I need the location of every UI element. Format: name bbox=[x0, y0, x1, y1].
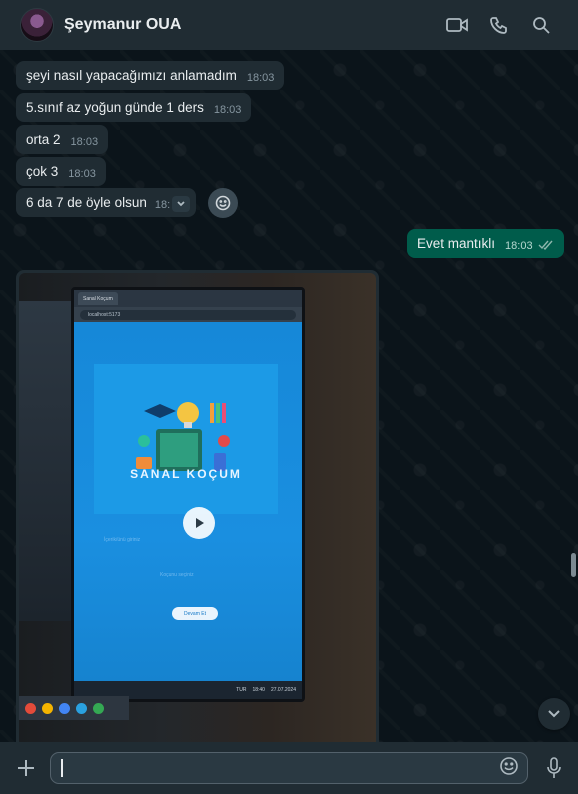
search-icon[interactable] bbox=[520, 5, 562, 45]
hero-title: SANAL KOÇUM bbox=[130, 467, 242, 481]
laptop-screen: Sanal Koçum localhost:5173 SANAL KOÇUM İ… bbox=[71, 287, 305, 702]
video-thumbnail[interactable]: Sanal Koçum localhost:5173 SANAL KOÇUM İ… bbox=[19, 273, 376, 742]
app-icon bbox=[93, 702, 104, 714]
background-monitor bbox=[19, 301, 71, 621]
read-receipt-icon bbox=[538, 238, 554, 253]
message-bubble[interactable]: 5.sınıf az yoğun günde 1 ders 18:03 bbox=[16, 93, 252, 122]
microphone-icon bbox=[547, 757, 561, 778]
emoji-button[interactable] bbox=[499, 756, 519, 781]
faint-field-label: İçerik/ünü giriniz bbox=[104, 537, 141, 543]
web-page: SANAL KOÇUM İçerik/ünü giriniz Koçunu se… bbox=[74, 322, 302, 681]
microphone-button[interactable] bbox=[540, 752, 568, 784]
video-call-icon[interactable] bbox=[436, 5, 478, 45]
message-text: orta 2 bbox=[26, 132, 61, 147]
play-icon bbox=[196, 518, 204, 528]
message-time: 18:03 bbox=[246, 71, 275, 84]
taskbar-lang: TUR bbox=[236, 687, 247, 693]
chat-header: Şeymanur OUA bbox=[0, 0, 578, 50]
chat-area[interactable]: şeyi nasıl yapacağımızı anlamadım 18:03 … bbox=[0, 50, 578, 742]
taskbar-time: 18:40 bbox=[252, 687, 265, 693]
message-text: Evet mantıklı bbox=[417, 236, 496, 251]
message-input[interactable] bbox=[60, 759, 500, 777]
voice-call-icon[interactable] bbox=[478, 5, 520, 45]
browser-tabs: Sanal Koçum bbox=[74, 290, 302, 307]
message-bubble[interactable]: çok 3 18:03 bbox=[16, 157, 106, 186]
message-time: 18:03 bbox=[68, 167, 96, 180]
dock bbox=[19, 696, 129, 720]
scrollbar-thumb[interactable] bbox=[571, 553, 576, 577]
message-menu-button[interactable] bbox=[172, 195, 191, 212]
app-icon bbox=[59, 702, 70, 714]
message-input-wrapper[interactable] bbox=[49, 752, 529, 784]
chevron-down-icon bbox=[548, 710, 560, 718]
contact-avatar[interactable] bbox=[20, 8, 54, 42]
message-bubble-outgoing[interactable]: Evet mantıklı 18:03 bbox=[407, 229, 564, 258]
play-button[interactable] bbox=[183, 507, 215, 539]
faint-field-label: Koçunu seçiniz bbox=[160, 572, 194, 578]
emoji-icon bbox=[215, 195, 231, 211]
browser-tab: Sanal Koçum bbox=[78, 292, 118, 305]
app-icon bbox=[76, 702, 87, 714]
plus-icon bbox=[17, 760, 34, 776]
contact-name[interactable]: Şeymanur OUA bbox=[64, 16, 436, 34]
message-time: 18:03 bbox=[70, 135, 99, 148]
message-time: 18: bbox=[154, 198, 171, 211]
continue-button: Devam Et bbox=[172, 607, 218, 620]
app-icon bbox=[25, 702, 36, 714]
taskbar-date: 27.07.2024 bbox=[270, 687, 296, 693]
message-bubble[interactable]: şeyi nasıl yapacağımızı anlamadım 18:03 bbox=[16, 61, 285, 90]
message-text: 6 da 7 de öyle olsun bbox=[26, 195, 147, 210]
chevron-down-icon bbox=[177, 200, 185, 206]
message-text: çok 3 bbox=[26, 164, 59, 179]
message-time: 18:03 bbox=[213, 103, 242, 116]
message-bubble[interactable]: 6 da 7 de öyle olsun 18: bbox=[16, 188, 197, 217]
message-time: 18:03 bbox=[505, 239, 533, 252]
emoji-icon bbox=[500, 756, 518, 775]
scroll-to-bottom-button[interactable] bbox=[538, 698, 570, 730]
header-actions bbox=[436, 5, 562, 45]
browser-url: localhost:5173 bbox=[80, 309, 296, 320]
message-bubble[interactable]: orta 2 18:03 bbox=[16, 125, 109, 154]
browser-bar: localhost:5173 bbox=[74, 307, 302, 322]
video-message[interactable]: Sanal Koçum localhost:5173 SANAL KOÇUM İ… bbox=[16, 270, 379, 742]
react-button[interactable] bbox=[208, 188, 238, 218]
attach-button[interactable] bbox=[10, 752, 42, 784]
app-icon bbox=[42, 702, 53, 714]
message-text: 5.sınıf az yoğun günde 1 ders bbox=[26, 100, 204, 115]
hero-illustration bbox=[94, 364, 278, 514]
message-text: şeyi nasıl yapacağımızı anlamadım bbox=[26, 68, 237, 83]
composer bbox=[0, 742, 578, 794]
